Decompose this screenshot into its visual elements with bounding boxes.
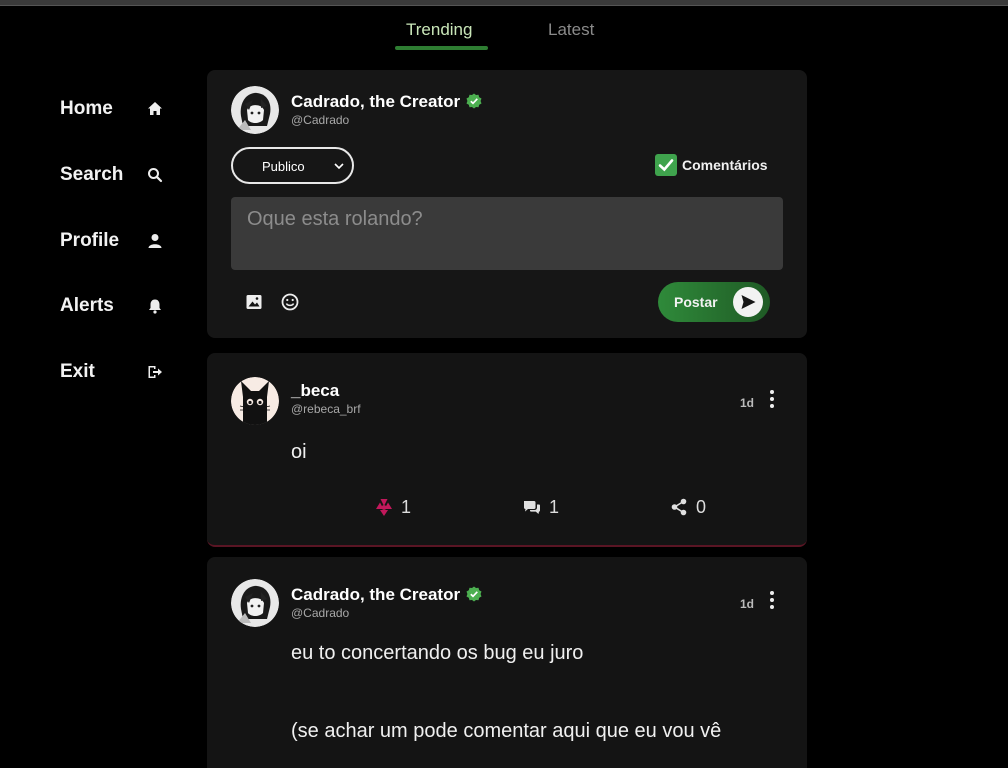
post-composer: Cadrado, the Creator @Cadrado Publico Co… [207, 70, 807, 338]
search-icon [146, 166, 164, 184]
checkmark-icon [658, 159, 674, 172]
post-time: 1d [740, 396, 755, 410]
post-user-handle: @rebeca_brf [291, 402, 361, 416]
more-options-icon[interactable] [768, 389, 776, 409]
post-text-input[interactable] [231, 197, 783, 270]
sidebar-item-search[interactable]: Search [60, 160, 170, 190]
feed-tabs: Trending Latest [0, 6, 1008, 64]
sidebar-item-label: Home [60, 98, 113, 119]
composer-user-name: Cadrado, the Creator [291, 92, 482, 112]
avatar[interactable] [231, 579, 279, 627]
comment-count: 1 [549, 497, 560, 517]
post-time: 1d [740, 597, 755, 611]
like-icon [374, 497, 394, 517]
comments-checkbox[interactable] [655, 154, 677, 176]
tab-latest[interactable]: Latest [548, 20, 594, 40]
tab-trending[interactable]: Trending [406, 20, 472, 40]
visibility-selected-value: Publico [262, 159, 305, 174]
post-card: _beca @rebeca_brf 1d oi 1 1 0 [207, 353, 807, 547]
post-button[interactable]: Postar [658, 282, 770, 322]
sidebar-item-home[interactable]: Home [60, 94, 170, 124]
post-user-name: _beca [291, 381, 340, 400]
post-content-line: eu to concertando os bug eu juro [291, 642, 584, 664]
verified-badge-icon [466, 93, 482, 109]
sidebar-item-exit[interactable]: Exit [60, 357, 170, 387]
composer-user-handle: @Cadrado [291, 113, 350, 127]
post-card: Cadrado, the Creator @Cadrado 1d eu to c… [207, 557, 807, 768]
sidebar-item-profile[interactable]: Profile [60, 226, 170, 256]
bell-icon [146, 297, 164, 315]
sidebar-item-label: Alerts [60, 295, 114, 316]
verified-badge-icon [466, 586, 482, 602]
post-content: oi [291, 441, 307, 463]
share-icon [669, 497, 689, 517]
emoji-icon[interactable] [280, 292, 300, 312]
comments-icon [522, 497, 542, 517]
share-count: 0 [696, 497, 707, 517]
image-icon[interactable] [244, 292, 264, 312]
post-button-label: Postar [674, 294, 718, 310]
logout-icon [146, 363, 164, 381]
avatar[interactable] [231, 86, 279, 134]
chevron-down-icon [334, 163, 344, 170]
post-user-name: Cadrado, the Creator [291, 585, 482, 605]
post-user-handle: @Cadrado [291, 606, 350, 620]
person-icon [146, 232, 164, 250]
active-tab-indicator [395, 46, 488, 50]
send-icon [733, 287, 763, 317]
like-count: 1 [401, 497, 412, 517]
sidebar-item-alerts[interactable]: Alerts [60, 291, 170, 321]
visibility-select[interactable]: Publico [231, 147, 354, 184]
home-icon [146, 100, 164, 118]
comments-label: Comentários [682, 157, 768, 173]
sidebar-item-label: Search [60, 164, 124, 185]
sidebar-item-label: Exit [60, 361, 95, 382]
sidebar-item-label: Profile [60, 230, 120, 251]
more-options-icon[interactable] [768, 590, 776, 610]
post-content-line: (se achar um pode comentar aqui que eu v… [291, 720, 722, 742]
user-name: Cadrado, the Creator [291, 585, 461, 604]
user-name: Cadrado, the Creator [291, 92, 461, 111]
avatar[interactable] [231, 377, 279, 425]
